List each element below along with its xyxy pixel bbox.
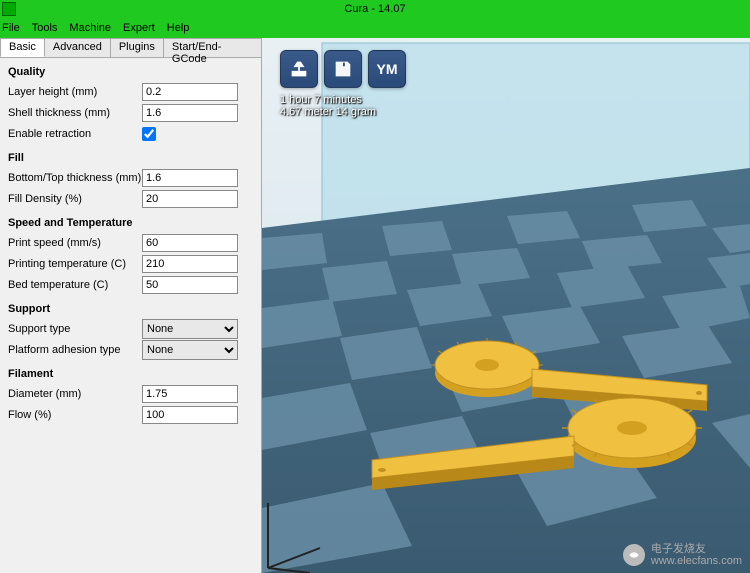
watermark-icon [623,544,645,566]
print-speed-label: Print speed (mm/s) [8,237,142,249]
shell-thickness-label: Shell thickness (mm) [8,107,142,119]
app-icon [2,2,16,16]
fill-title: Fill [8,152,253,164]
tab-gcode[interactable]: Start/End-GCode [163,38,262,57]
ym-icon: YM [377,61,398,77]
watermark-url: www.elecfans.com [651,555,742,567]
retraction-checkbox[interactable] [142,127,156,141]
load-model-button[interactable] [280,50,318,88]
tab-advanced[interactable]: Advanced [44,38,111,57]
bottom-top-label: Bottom/Top thickness (mm) [8,172,142,184]
tab-bar: Basic Advanced Plugins Start/End-GCode [0,38,261,58]
bed-temp-label: Bed temperature (C) [8,279,142,291]
speed-temp-title: Speed and Temperature [8,217,253,229]
support-type-label: Support type [8,323,142,335]
support-type-select[interactable]: None [142,319,238,339]
section-filament: Filament Diameter (mm) Flow (%) [8,368,253,425]
layer-height-label: Layer height (mm) [8,86,142,98]
settings-panel: Quality Layer height (mm) Shell thicknes… [0,58,261,437]
build-plate-scene [262,38,750,573]
print-time: 1 hour 7 minutes [280,94,376,106]
watermark-brand: 电子发烧友 [651,543,742,555]
retraction-label: Enable retraction [8,128,142,140]
main-area: Basic Advanced Plugins Start/End-GCode Q… [0,38,750,573]
print-temp-label: Printing temperature (C) [8,258,142,270]
filament-title: Filament [8,368,253,380]
menu-bar: File Tools Machine Expert Help [0,18,750,38]
settings-sidebar: Basic Advanced Plugins Start/End-GCode Q… [0,38,262,573]
watermark: 电子发烧友 www.elecfans.com [623,543,742,567]
ym-button[interactable]: YM [368,50,406,88]
print-status: 1 hour 7 minutes 4.67 meter 14 gram [280,94,376,118]
print-speed-input[interactable] [142,234,238,252]
menu-expert[interactable]: Expert [123,22,155,34]
adhesion-label: Platform adhesion type [8,344,142,356]
section-fill: Fill Bottom/Top thickness (mm) Fill Dens… [8,152,253,209]
viewport-toolbar: YM [280,50,406,88]
3d-viewport[interactable]: YM 1 hour 7 minutes 4.67 meter 14 gram 电… [262,38,750,573]
bottom-top-input[interactable] [142,169,238,187]
menu-tools[interactable]: Tools [32,22,58,34]
flow-label: Flow (%) [8,409,142,421]
save-button[interactable] [324,50,362,88]
layer-height-input[interactable] [142,83,238,101]
support-title: Support [8,303,253,315]
menu-file[interactable]: File [2,22,20,34]
section-support: Support Support type None Platform adhes… [8,303,253,360]
section-quality: Quality Layer height (mm) Shell thicknes… [8,66,253,144]
print-material: 4.67 meter 14 gram [280,106,376,118]
load-model-icon [288,58,310,80]
quality-title: Quality [8,66,253,78]
shell-thickness-input[interactable] [142,104,238,122]
flow-input[interactable] [142,406,238,424]
menu-machine[interactable]: Machine [69,22,111,34]
menu-help[interactable]: Help [167,22,190,34]
adhesion-select[interactable]: None [142,340,238,360]
section-speed-temp: Speed and Temperature Print speed (mm/s)… [8,217,253,295]
window-title: Cura - 14.07 [344,3,405,15]
title-bar: Cura - 14.07 [0,0,750,18]
fill-density-label: Fill Density (%) [8,193,142,205]
diameter-input[interactable] [142,385,238,403]
diameter-label: Diameter (mm) [8,388,142,400]
print-temp-input[interactable] [142,255,238,273]
tab-basic[interactable]: Basic [0,38,45,57]
tab-plugins[interactable]: Plugins [110,38,164,57]
fill-density-input[interactable] [142,190,238,208]
bed-temp-input[interactable] [142,276,238,294]
save-icon [332,58,354,80]
